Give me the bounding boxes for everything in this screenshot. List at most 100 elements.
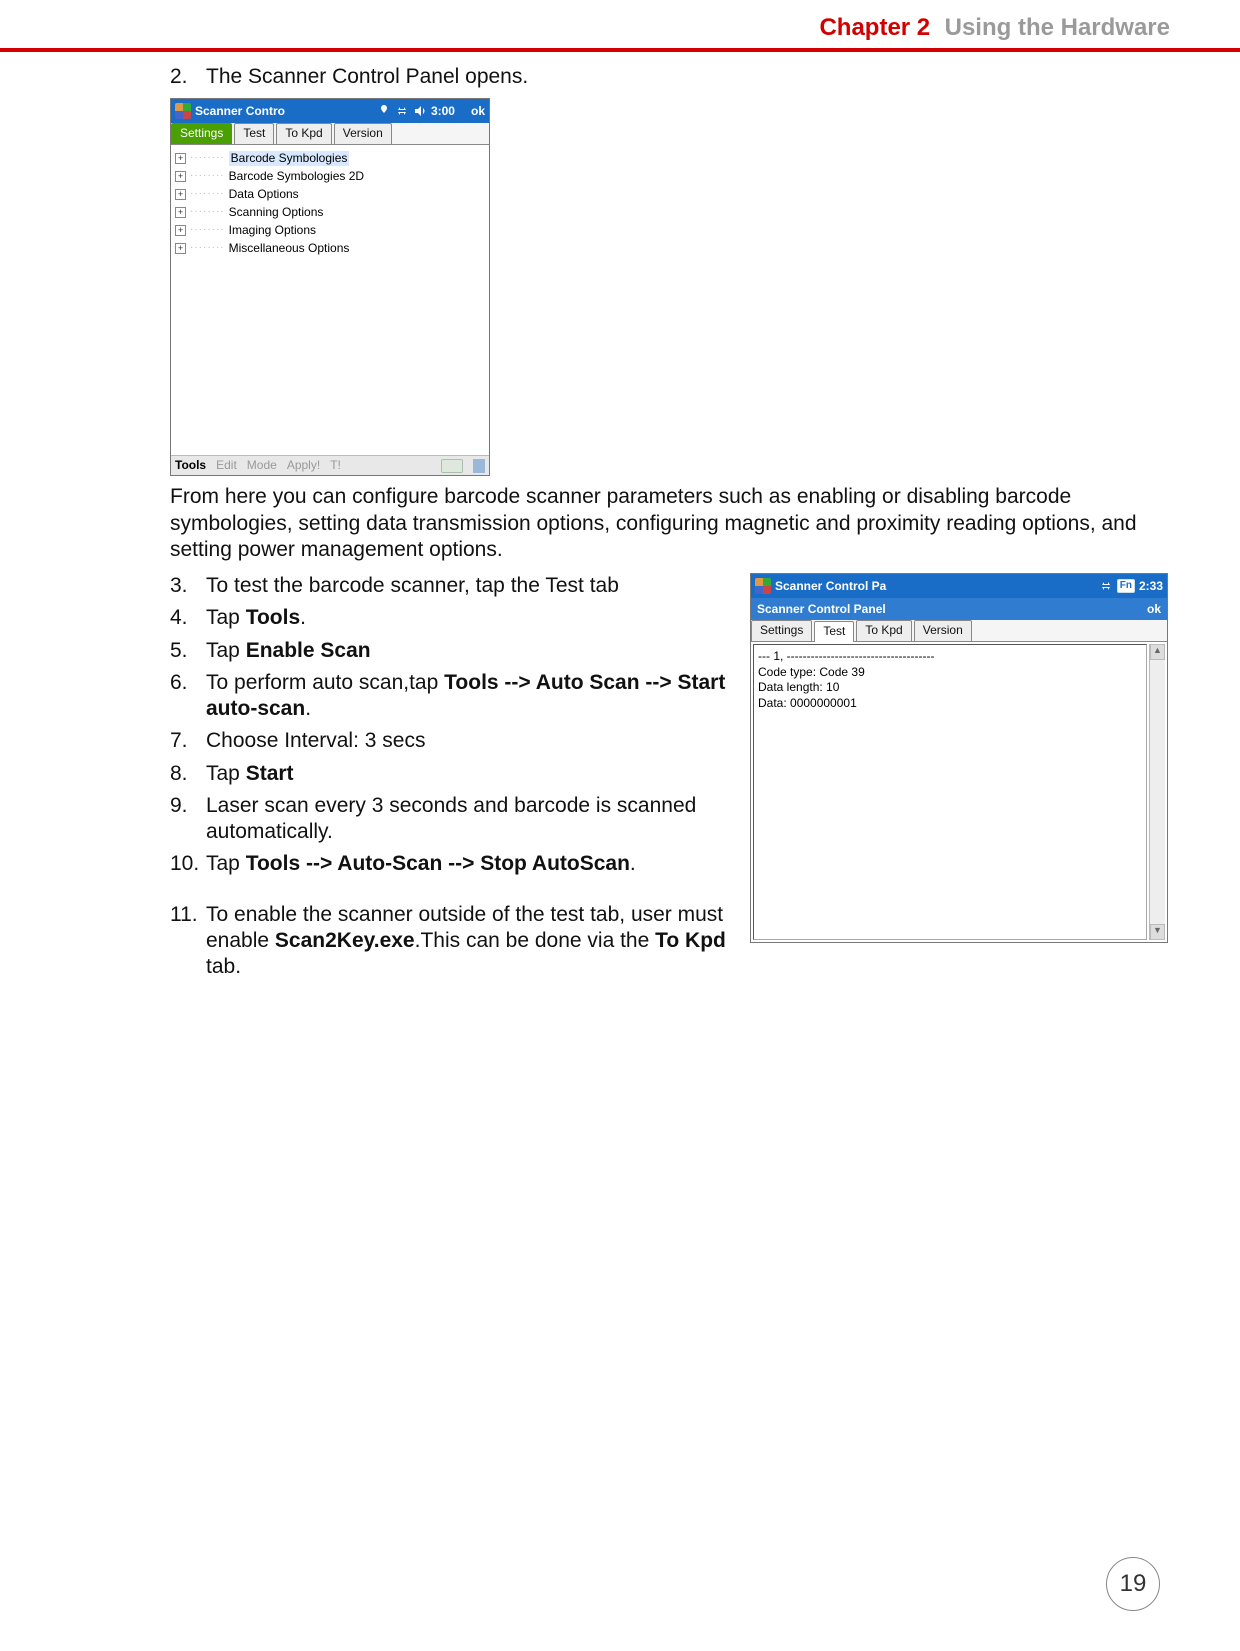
- paragraph-description: From here you can configure barcode scan…: [170, 484, 1170, 563]
- window-subtitle-bar: Scanner Control Panel ok: [751, 598, 1167, 620]
- tree-connector: ········: [190, 206, 225, 219]
- window-titlebar: Scanner Control Pa Fn 2:33: [751, 574, 1167, 598]
- tree-item[interactable]: + ········ Imaging Options: [175, 221, 485, 239]
- tree-item-label: Imaging Options: [229, 223, 316, 238]
- step-text: Tap Enable Scan: [206, 639, 371, 662]
- tab-settings[interactable]: Settings: [171, 123, 232, 144]
- two-column-section: 3. To test the barcode scanner, tap the T…: [170, 573, 1170, 986]
- expand-icon[interactable]: +: [175, 207, 186, 218]
- tree-item[interactable]: + ········ Miscellaneous Options: [175, 239, 485, 257]
- tab-settings[interactable]: Settings: [751, 620, 812, 641]
- scrollbar[interactable]: ▲ ▼: [1149, 644, 1165, 940]
- test-output-text: --- 1, ---------------------------------…: [753, 644, 1147, 940]
- step-number: 4.: [170, 605, 200, 631]
- tree-item-label: Miscellaneous Options: [229, 241, 350, 256]
- tree-connector: ········: [190, 224, 225, 237]
- figure-scanner-settings: Scanner Contro 3:00 ok Settings Test To …: [170, 98, 1170, 476]
- ok-button[interactable]: ok: [1147, 602, 1161, 617]
- expand-icon[interactable]: +: [175, 225, 186, 236]
- expand-icon[interactable]: +: [175, 189, 186, 200]
- step-number: 9.: [170, 793, 200, 819]
- step-text: Tap Tools --> Auto-Scan --> Stop AutoSca…: [206, 852, 636, 875]
- page-header: Chapter 2 Using the Hardware: [0, 0, 1240, 48]
- speaker-icon: [413, 104, 427, 118]
- output-line: Data: 0000000001: [758, 696, 1142, 712]
- step-number: 6.: [170, 670, 200, 696]
- steps-list-bottom: 3. To test the barcode scanner, tap the T…: [170, 573, 736, 980]
- step-item: 7. Choose Interval: 3 secs: [170, 728, 736, 754]
- step-text: Tap Start: [206, 762, 294, 785]
- windows-flag-icon: [755, 578, 771, 594]
- menu-apply[interactable]: Apply!: [287, 458, 320, 473]
- step-text: Choose Interval: 3 secs: [206, 729, 425, 752]
- step-text: To perform auto scan,tap Tools --> Auto …: [206, 671, 725, 720]
- menu-edit[interactable]: Edit: [216, 458, 237, 473]
- tree-item-label: Data Options: [229, 187, 299, 202]
- tree-item-label: Scanning Options: [229, 205, 324, 220]
- step-text: To test the barcode scanner, tap the Tes…: [206, 574, 619, 597]
- step-item: 8. Tap Start: [170, 761, 736, 787]
- window-title: Scanner Control Pa: [775, 579, 886, 594]
- menu-tools[interactable]: Tools: [175, 458, 206, 473]
- tree-connector: ········: [190, 152, 225, 165]
- tree-connector: ········: [190, 170, 225, 183]
- scroll-track[interactable]: [1150, 660, 1165, 924]
- output-line: Code type: Code 39: [758, 665, 1142, 681]
- expand-icon[interactable]: +: [175, 243, 186, 254]
- step-number: 5.: [170, 638, 200, 664]
- step-number: 7.: [170, 728, 200, 754]
- tab-test[interactable]: Test: [814, 621, 854, 642]
- step-number: 10.: [170, 851, 200, 877]
- screenshot-scanner-settings: Scanner Contro 3:00 ok Settings Test To …: [170, 98, 490, 476]
- step-item: 5. Tap Enable Scan: [170, 638, 736, 664]
- tab-bar: Settings Test To Kpd Version: [171, 123, 489, 145]
- output-line: Data length: 10: [758, 680, 1142, 696]
- clock-time: 2:33: [1139, 579, 1163, 594]
- page-content: 2. The Scanner Control Panel opens. Scan…: [0, 52, 1240, 986]
- tree-item-label: Barcode Symbologies 2D: [229, 169, 364, 184]
- tab-to-kpd[interactable]: To Kpd: [856, 620, 911, 641]
- clock-time: 3:00: [431, 104, 455, 119]
- scroll-up-button[interactable]: ▲: [1150, 644, 1165, 660]
- chapter-label: Chapter 2: [819, 14, 930, 41]
- step-number: 8.: [170, 761, 200, 787]
- step-item: 4.Tap Tools.: [170, 605, 736, 631]
- screenshot-scanner-test: Scanner Control Pa Fn 2:33 Scanner Contr…: [750, 573, 1168, 943]
- connection-icon: [395, 104, 409, 118]
- keyboard-icon[interactable]: [441, 459, 463, 473]
- ok-button[interactable]: ok: [471, 104, 485, 119]
- expand-icon[interactable]: +: [175, 171, 186, 182]
- tree-item[interactable]: +········Data Options: [175, 185, 485, 203]
- chapter-title: Using the Hardware: [945, 14, 1170, 41]
- page-number: 19: [1106, 1557, 1160, 1611]
- step-item: 6.To perform auto scan,tap Tools --> Aut…: [170, 670, 736, 723]
- tree-item-label: Barcode Symbologies: [229, 151, 350, 166]
- step-item: 3. To test the barcode scanner, tap the T…: [170, 573, 736, 599]
- connection-icon: [1099, 579, 1113, 593]
- tab-to-kpd[interactable]: To Kpd: [276, 123, 331, 144]
- step-number: 2.: [170, 64, 200, 90]
- menu-mode[interactable]: Mode: [247, 458, 277, 473]
- tree-item[interactable]: + ········ Barcode Symbologies 2D: [175, 167, 485, 185]
- tab-version[interactable]: Version: [914, 620, 972, 641]
- windows-flag-icon: [175, 103, 191, 119]
- tree-item[interactable]: + ········ Barcode Symbologies: [175, 149, 485, 167]
- scroll-down-button[interactable]: ▼: [1150, 924, 1165, 940]
- step-item: 9.Laser scan every 3 seconds and barcode…: [170, 793, 736, 846]
- step-item: 10. Tap Tools --> Auto-Scan --> Stop Auto…: [170, 851, 736, 877]
- bottom-menubar: Tools Edit Mode Apply! T!: [171, 455, 489, 475]
- fn-indicator: Fn: [1117, 579, 1135, 594]
- signal-icon: [377, 104, 391, 118]
- output-line: --- 1, ---------------------------------…: [758, 649, 1142, 665]
- up-arrow-icon[interactable]: [473, 459, 485, 473]
- window-title: Scanner Contro: [195, 104, 285, 119]
- tree-item[interactable]: + ········ Scanning Options: [175, 203, 485, 221]
- step-number: 3.: [170, 573, 200, 599]
- step-item: 2. The Scanner Control Panel opens.: [170, 64, 1170, 90]
- menu-t[interactable]: T!: [330, 458, 341, 473]
- tab-version[interactable]: Version: [334, 123, 392, 144]
- tab-test[interactable]: Test: [234, 123, 274, 144]
- expand-icon[interactable]: +: [175, 153, 186, 164]
- tree-connector: ········: [190, 242, 225, 255]
- step-text: The Scanner Control Panel opens.: [206, 65, 528, 88]
